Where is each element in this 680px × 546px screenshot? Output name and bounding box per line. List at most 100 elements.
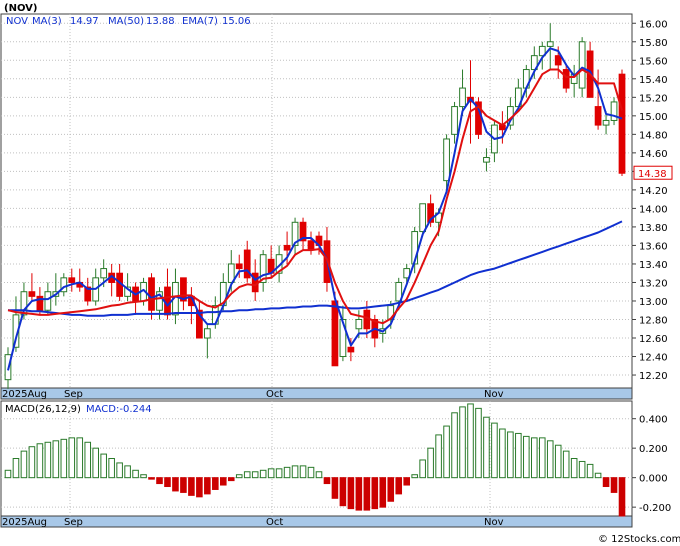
indicator-legend: NOV MA(3) 14.97 MA(50) 13.88 EMA(7) 15.0… bbox=[6, 16, 251, 27]
macd-bar bbox=[68, 437, 76, 479]
price-tick-label: 13.60 bbox=[639, 241, 668, 252]
chart-canvas: 12.20 12.40 12.60 12.80 13.00 13.20 13.40 13.60… bbox=[0, 3, 680, 545]
candlestick bbox=[475, 97, 482, 139]
watermark: © 12Stocks.com bbox=[598, 534, 680, 545]
macd-bar bbox=[483, 416, 490, 479]
price-tick-label: 14.20 bbox=[639, 186, 668, 197]
macd-bar bbox=[92, 447, 99, 479]
price-tick-label: 15.80 bbox=[639, 38, 668, 49]
macd-bar bbox=[220, 477, 227, 486]
macd-bar bbox=[363, 477, 371, 511]
macd-bar bbox=[44, 441, 52, 479]
macd-bar bbox=[618, 477, 626, 517]
macd-bar bbox=[84, 441, 92, 479]
candlestick bbox=[618, 69, 626, 177]
candle-body bbox=[610, 101, 618, 121]
macd-bar bbox=[148, 477, 155, 480]
price-tick-label: 12.40 bbox=[639, 353, 668, 364]
macd-bar bbox=[132, 469, 139, 479]
macd-bar bbox=[315, 471, 323, 479]
macd-bar bbox=[467, 403, 474, 479]
macd-xlabel-sep: Sep bbox=[64, 517, 83, 528]
price-tick-label: 16.00 bbox=[639, 19, 668, 30]
price-tick-label: 15.40 bbox=[639, 75, 668, 86]
candle-body bbox=[307, 240, 315, 251]
macd-bar bbox=[323, 477, 331, 485]
candle-body bbox=[554, 55, 562, 66]
price-tick-label: 13.80 bbox=[639, 223, 668, 234]
legend-ema7-value: 15.06 bbox=[222, 16, 251, 27]
candle-body bbox=[355, 318, 363, 330]
price-tick-label: 14.60 bbox=[639, 149, 668, 160]
macd-bar bbox=[459, 406, 466, 479]
candle-body bbox=[483, 156, 490, 163]
macd-bar bbox=[443, 425, 450, 479]
candle-body bbox=[164, 286, 171, 316]
candle-body bbox=[235, 263, 243, 270]
price-tick-label: 15.00 bbox=[639, 112, 668, 123]
macd-bar bbox=[307, 466, 315, 479]
legend-symbol: NOV bbox=[6, 16, 28, 27]
legend-ma3-value: 14.97 bbox=[70, 16, 99, 27]
candle-body bbox=[546, 41, 554, 47]
macd-bar bbox=[507, 431, 514, 479]
candlestick bbox=[610, 97, 618, 126]
macd-tick-label: -0.200 bbox=[639, 503, 671, 514]
macd-bar bbox=[227, 477, 235, 482]
macd-bar bbox=[499, 428, 506, 479]
price-xlabel-nov: Nov bbox=[484, 389, 504, 400]
macd-bar bbox=[12, 458, 20, 479]
macd-bar bbox=[546, 440, 554, 479]
macd-legend-value: MACD:-0.244 bbox=[86, 404, 152, 415]
macd-bar bbox=[164, 477, 171, 488]
price-tick-label: 15.20 bbox=[639, 93, 668, 104]
candle-body bbox=[28, 291, 36, 297]
macd-bar bbox=[140, 474, 147, 479]
macd-bar bbox=[251, 471, 259, 479]
candle-body bbox=[594, 106, 602, 126]
macd-bar bbox=[586, 463, 594, 479]
macd-bar bbox=[212, 477, 219, 490]
macd-bar bbox=[435, 434, 442, 479]
price-xlabel-sep: Sep bbox=[64, 389, 83, 400]
macd-bar bbox=[60, 438, 68, 479]
macd-bar bbox=[36, 443, 44, 479]
macd-bar bbox=[188, 477, 195, 496]
macd-bar bbox=[235, 474, 243, 479]
macd-legend-label: MACD(26,12,9) bbox=[5, 404, 81, 415]
macd-bar bbox=[108, 458, 115, 479]
macd-bar bbox=[594, 472, 602, 479]
price-tick-label: 13.20 bbox=[639, 278, 668, 289]
price-tick-label: 13.40 bbox=[639, 260, 668, 271]
last-price-tag-text: 14.38 bbox=[638, 169, 667, 180]
macd-bar bbox=[243, 471, 251, 479]
macd-tick-label: 0.200 bbox=[639, 444, 668, 455]
macd-bar bbox=[76, 437, 84, 479]
macd-bar bbox=[259, 469, 267, 479]
macd-bar bbox=[371, 477, 379, 510]
macd-bar bbox=[602, 477, 610, 488]
candle-body bbox=[578, 41, 586, 89]
macd-tick-label: 0.400 bbox=[639, 415, 668, 426]
price-tick-label: 12.60 bbox=[639, 334, 668, 345]
macd-bar bbox=[491, 422, 498, 479]
macd-bar bbox=[339, 477, 347, 507]
candle-body bbox=[148, 277, 155, 311]
macd-bar bbox=[291, 465, 299, 479]
price-tick-label: 12.80 bbox=[639, 315, 668, 326]
macd-bar bbox=[475, 407, 482, 479]
legend-ma50-value: 13.88 bbox=[146, 16, 175, 27]
macd-bar bbox=[124, 465, 131, 479]
macd-bar bbox=[116, 462, 123, 479]
macd-bar bbox=[538, 437, 546, 479]
macd-bar bbox=[275, 468, 283, 479]
macd-bar bbox=[100, 453, 107, 479]
macd-tick-label: 0.000 bbox=[639, 474, 668, 485]
last-price-tag: 14.38 bbox=[633, 165, 673, 180]
price-xlabel-aug: 2025Aug bbox=[2, 389, 47, 400]
macd-bar bbox=[299, 465, 307, 479]
macd-xaxis-band bbox=[0, 515, 633, 528]
macd-bar bbox=[570, 458, 578, 479]
macd-bar bbox=[387, 477, 395, 502]
macd-bar bbox=[267, 468, 275, 479]
